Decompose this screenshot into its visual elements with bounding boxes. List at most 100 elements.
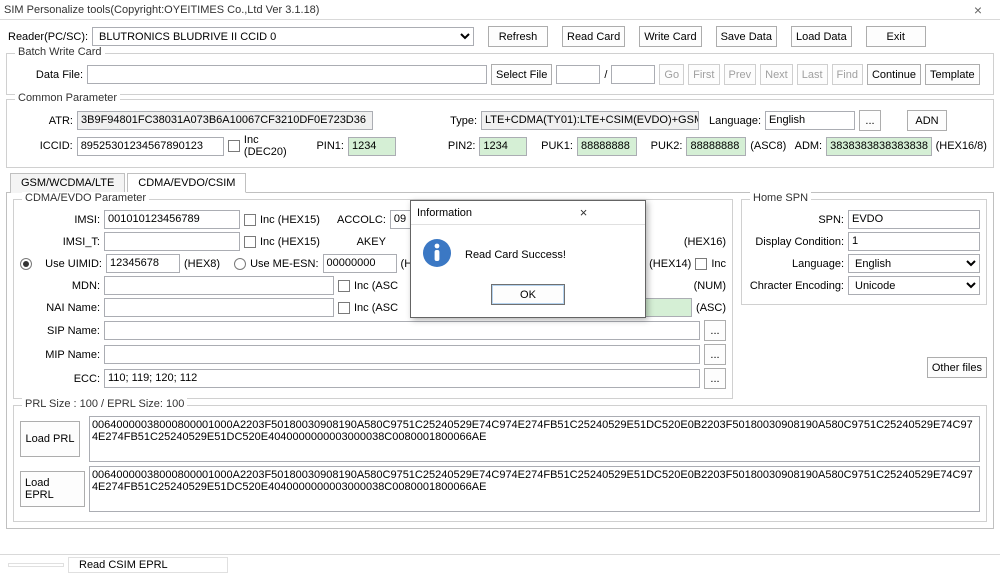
me-esn-inc-label: Inc — [711, 258, 726, 270]
me-esn-inc-checkbox[interactable] — [695, 258, 707, 270]
iccid-inc-checkbox[interactable] — [228, 140, 240, 152]
write-card-button[interactable]: Write Card — [639, 26, 701, 47]
use-me-esn-radio[interactable] — [234, 258, 246, 270]
go-button[interactable]: Go — [659, 64, 684, 85]
prl-textarea[interactable]: 006400000380008000010​00A2203F5018003090… — [89, 416, 980, 462]
mdn-label: MDN: — [20, 280, 100, 292]
close-icon[interactable]: × — [960, 3, 996, 17]
refresh-button[interactable]: Refresh — [488, 26, 548, 47]
akey-label: AKEY — [324, 236, 386, 248]
sip-field[interactable] — [104, 321, 700, 340]
pin1-label: PIN1: — [308, 140, 344, 152]
load-prl-button[interactable]: Load PRL — [20, 421, 80, 457]
language-more-button[interactable]: ... — [859, 110, 881, 131]
load-data-button[interactable]: Load Data — [791, 26, 852, 47]
batch-write-legend: Batch Write Card — [15, 46, 105, 58]
nai-inc-checkbox[interactable] — [338, 302, 350, 314]
display-condition-field[interactable]: 1 — [848, 232, 980, 251]
save-data-button[interactable]: Save Data — [716, 26, 777, 47]
iccid-label: ICCID: — [13, 140, 73, 152]
eprl-textarea[interactable]: 00640000038000800001000A2203F50180030908… — [89, 466, 980, 512]
uimid-field[interactable]: 12345678 — [106, 254, 180, 273]
use-uimid-radio[interactable] — [20, 258, 32, 270]
adm-field[interactable]: 3​83838383838383​8 — [826, 137, 932, 156]
iccid-inc-label: Inc (DEC20) — [244, 134, 304, 158]
select-file-button[interactable]: Select File — [491, 64, 552, 85]
mip-field[interactable] — [104, 345, 700, 364]
load-eprl-button[interactable]: Load EPRL — [20, 471, 85, 507]
me-esn-suffix2: (HEX14) — [649, 258, 691, 270]
batch-index-to[interactable] — [611, 65, 655, 84]
spn-language-select[interactable]: English — [848, 254, 980, 273]
sip-label: SIP Name: — [20, 325, 100, 337]
imsi-t-inc-checkbox[interactable] — [244, 236, 256, 248]
sip-more-button[interactable]: ... — [704, 320, 726, 341]
me-esn-field[interactable]: 00000000 — [323, 254, 397, 273]
batch-write-group: Batch Write Card Data File: Select File … — [6, 53, 994, 95]
home-spn-group: Home SPN SPN: EVDO Display Condition: 1 … — [741, 199, 987, 305]
puk1-label: PUK1: — [531, 140, 573, 152]
read-card-button[interactable]: Read Card — [562, 26, 625, 47]
dialog-title: Information — [417, 207, 528, 219]
cdma-parameter-legend: CDMA/EVDO Parameter — [22, 192, 149, 204]
encoding-select[interactable]: Unicode — [848, 276, 980, 295]
data-file-label: Data File: — [13, 69, 83, 81]
dialog-message: Read Card Success! — [465, 249, 566, 261]
window-title: SIM Personalize tools(Copyright:OYEITIME… — [4, 4, 960, 16]
language-field[interactable]: English — [765, 111, 855, 130]
adm-label: ADM: — [790, 140, 822, 152]
adm-suffix: (HEX16/8) — [936, 140, 987, 152]
spn-field[interactable]: EVDO — [848, 210, 980, 229]
mdn-field[interactable] — [104, 276, 334, 295]
imsi-t-inc-label: Inc (HEX15) — [260, 236, 320, 248]
tab-cdma[interactable]: CDMA/EVDO/CSIM — [127, 173, 246, 193]
imsi-label: IMSI: — [20, 214, 100, 226]
common-parameter-group: Common Parameter ATR: 3B9F94801FC38031A0… — [6, 99, 994, 168]
use-me-esn-label: Use ME-ESN: — [250, 258, 318, 270]
adn-button[interactable]: ADN — [907, 110, 947, 131]
info-icon — [421, 237, 453, 272]
next-button[interactable]: Next — [760, 64, 793, 85]
mdn-inc-checkbox[interactable] — [338, 280, 350, 292]
pin1-field[interactable]: 1234 — [348, 137, 396, 156]
puk2-field[interactable]: 88888888 — [686, 137, 746, 156]
batch-index-from[interactable] — [556, 65, 600, 84]
prev-button[interactable]: Prev — [724, 64, 757, 85]
puk2-label: PUK2: — [641, 140, 683, 152]
find-button[interactable]: Find — [832, 64, 863, 85]
imsi-inc-checkbox[interactable] — [244, 214, 256, 226]
pin2-field[interactable]: 1234 — [479, 137, 527, 156]
last-button[interactable]: Last — [797, 64, 828, 85]
encoding-label: Chracter Encoding: — [748, 280, 844, 292]
dialog-close-icon[interactable]: × — [528, 205, 639, 220]
prl-legend: PRL Size : 100 / EPRL Size: 100 — [22, 398, 187, 410]
type-field: LTE+CDMA(TY01):LTE+CSIM(EVDO)+GSM — [481, 111, 699, 130]
mip-more-button[interactable]: ... — [704, 344, 726, 365]
ecc-more-button[interactable]: ... — [704, 368, 726, 389]
prl-group: PRL Size : 100 / EPRL Size: 100 Load PRL… — [13, 405, 987, 522]
imsi-t-label: IMSI_T: — [20, 236, 100, 248]
first-button[interactable]: First — [688, 64, 719, 85]
imsi-t-field[interactable] — [104, 232, 240, 251]
mip-label: MIP Name: — [20, 349, 100, 361]
status-bar: Read CSIM EPRL — [0, 554, 1000, 574]
data-file-input[interactable] — [87, 65, 487, 84]
nai-field[interactable] — [104, 298, 334, 317]
pin2-label: PIN2: — [440, 140, 476, 152]
other-files-button[interactable]: Other files — [927, 357, 987, 378]
tab-gsm[interactable]: GSM/WCDMA/LTE — [10, 173, 125, 193]
exit-button[interactable]: Exit — [866, 26, 926, 47]
iccid-field[interactable]: 8952530123456789012​3 — [77, 137, 224, 156]
information-dialog: Information × Read Card Success! OK — [410, 200, 646, 318]
imsi-field[interactable]: 001010123456789 — [104, 210, 240, 229]
status-text: Read CSIM EPRL — [68, 557, 228, 573]
puk1-field[interactable]: 88888888 — [577, 137, 637, 156]
ecc-field[interactable]: 110; 119; 120; 112 — [104, 369, 700, 388]
reader-select[interactable]: BLUTRONICS BLUDRIVE II CCID 0 — [92, 27, 474, 46]
status-cell-1 — [8, 563, 64, 567]
template-button[interactable]: Template — [925, 64, 980, 85]
puk2-suffix: (ASC8) — [750, 140, 786, 152]
dialog-ok-button[interactable]: OK — [491, 284, 565, 305]
continue-button[interactable]: Continue — [867, 64, 921, 85]
nai-asc-suffix: (ASC) — [696, 302, 726, 314]
